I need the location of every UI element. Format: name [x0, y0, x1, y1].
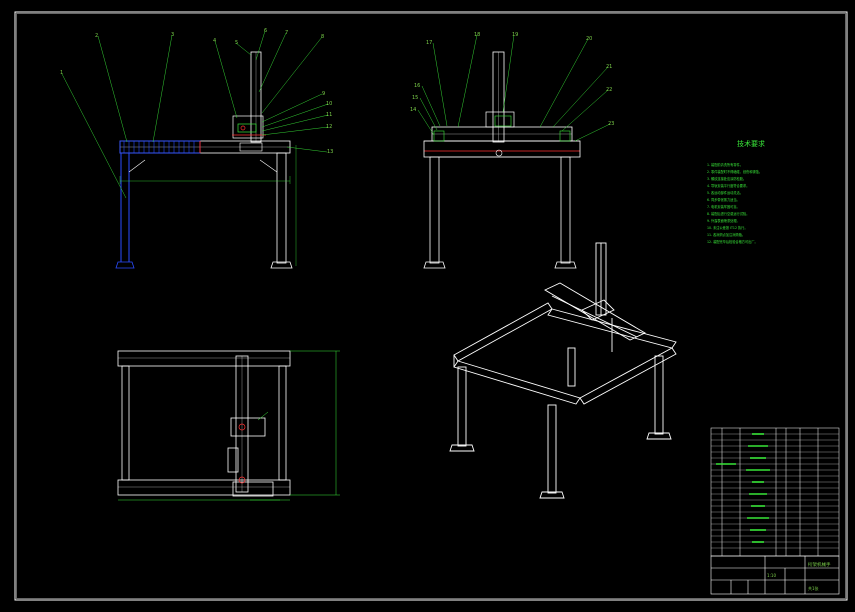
tech-note-line: 6. 同步带张紧力适当。 [707, 197, 740, 202]
callout-14: 14 [410, 107, 416, 113]
callout-18: 18 [474, 32, 480, 38]
tech-note-line: 3. 螺纹连接处应涂防松胶。 [707, 176, 746, 181]
callout-2: 2 [95, 33, 98, 39]
parts-list [710, 427, 840, 557]
tech-note-line: 9. 外露表面喷漆处理。 [707, 218, 740, 223]
callout-21: 21 [606, 64, 612, 70]
callout-23: 23 [608, 121, 614, 127]
callout-1: 1 [60, 70, 63, 76]
callout-5: 5 [235, 40, 238, 46]
tech-note-line: 12. 装配完毕后检验合格方可出厂。 [707, 239, 758, 244]
callout-19: 19 [512, 32, 518, 38]
technical-requirements: 技术要求 1. 装配前清洗所有零件。 2. 零件装配时不得磕碰、划伤和锈蚀。 3… [707, 139, 765, 244]
callout-7: 7 [285, 30, 288, 36]
callout-13: 13 [327, 149, 333, 155]
callout-17: 17 [426, 40, 432, 46]
callout-16: 16 [414, 83, 420, 89]
callout-15: 15 [412, 95, 418, 101]
tech-note-line: 2. 零件装配时不得磕碰、划伤和锈蚀。 [707, 169, 762, 174]
sheet-count: 共1张 [808, 585, 819, 591]
tech-note-line: 1. 装配前清洗所有零件。 [707, 162, 743, 167]
callout-22: 22 [606, 87, 612, 93]
tech-note-line: 5. 各运动部件运动灵活。 [707, 190, 743, 195]
tech-notes-title: 技术要求 [737, 139, 765, 148]
drawing-name: 桁架机械手 [808, 561, 831, 568]
callout-4: 4 [213, 38, 216, 44]
tech-note-line: 7. 电机安装牢固可靠。 [707, 204, 740, 209]
callout-20: 20 [586, 36, 592, 42]
callout-6: 6 [264, 28, 267, 34]
front-view [61, 30, 329, 269]
callout-10: 10 [326, 101, 332, 107]
callout-9: 9 [322, 91, 325, 97]
callout-11: 11 [326, 112, 332, 118]
side-view [417, 34, 611, 269]
tech-note-line: 4. 导轨安装平行度符合要求。 [707, 183, 749, 188]
tech-note-line: 11. 各润滑点加注润滑脂。 [707, 232, 745, 237]
drawing-scale: 1:10 [767, 573, 776, 578]
callout-12: 12 [326, 124, 332, 130]
callout-3: 3 [171, 32, 174, 38]
callout-8: 8 [321, 34, 324, 40]
top-view [117, 350, 340, 501]
isometric-view [449, 242, 677, 499]
tech-note-line: 8. 装配后进行空载运行试验。 [707, 211, 749, 216]
tech-note-line: 10. 未注公差按 IT12 执行。 [707, 225, 748, 230]
cad-drawing-sheet: 1 2 3 4 5 6 7 8 9 10 11 12 13 14 15 16 1… [14, 11, 848, 601]
